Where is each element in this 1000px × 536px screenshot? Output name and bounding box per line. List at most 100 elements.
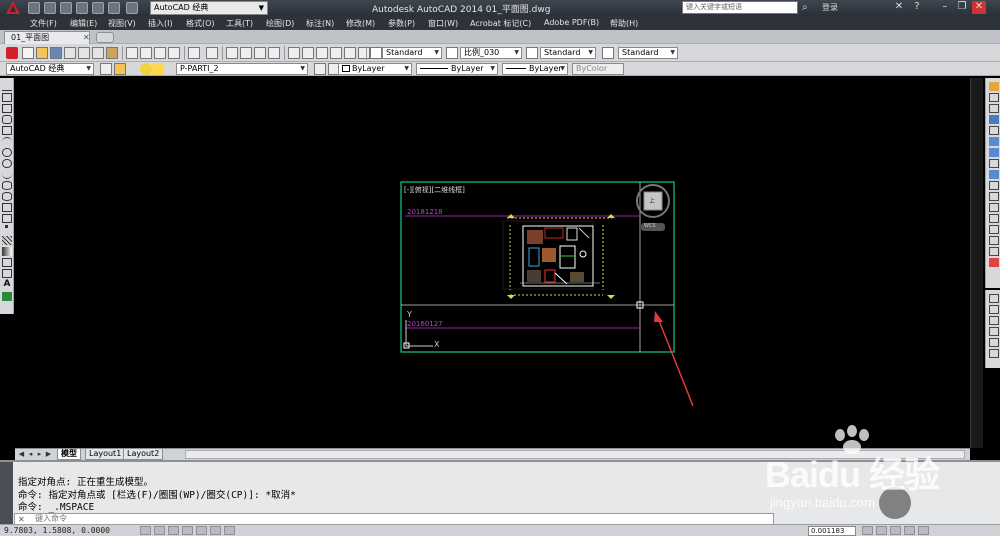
menu-dimension[interactable]: 标注(N): [306, 18, 334, 29]
trim-icon[interactable]: [989, 181, 999, 190]
revision-cloud-icon[interactable]: [2, 159, 12, 168]
draw-order-front-icon[interactable]: [989, 294, 999, 303]
lineweight-toggle-icon[interactable]: [224, 526, 235, 535]
tab-model[interactable]: 模型: [57, 449, 81, 460]
tool-palettes-icon[interactable]: [316, 47, 328, 59]
undo-icon[interactable]: [108, 2, 120, 14]
workspace-dropdown[interactable]: AutoCAD 经典 ▼: [150, 1, 268, 15]
ortho-icon[interactable]: [168, 526, 179, 535]
bring-above-icon[interactable]: [989, 316, 999, 325]
layer-properties-icon[interactable]: [114, 63, 126, 75]
zoom-window-icon[interactable]: [254, 47, 266, 59]
copy-icon[interactable]: [140, 47, 152, 59]
drawing-canvas[interactable]: [-][俯视][二维线框] 20181218 20160127 Y X 上 WC…: [15, 78, 970, 448]
layer-dropdown[interactable]: P-PARTI_2 ▼: [176, 63, 308, 75]
circle-icon[interactable]: [2, 148, 12, 157]
new-file-icon[interactable]: [28, 2, 40, 14]
workspace-switch-icon[interactable]: [862, 526, 873, 535]
make-current-icon[interactable]: [314, 63, 326, 75]
workspace-dropdown-2[interactable]: AutoCAD 经典 ▼: [6, 63, 94, 75]
osnap-icon[interactable]: [196, 526, 207, 535]
break-icon[interactable]: [989, 203, 999, 212]
arc-icon[interactable]: [2, 137, 12, 146]
save-icon[interactable]: [60, 2, 72, 14]
plot-preview-icon[interactable]: [78, 47, 90, 59]
open-file-icon[interactable]: [44, 2, 56, 14]
paste-icon[interactable]: [154, 47, 166, 59]
new-icon[interactable]: [22, 47, 34, 59]
menu-format[interactable]: 格式(O): [186, 18, 215, 29]
polyline-icon[interactable]: [2, 104, 12, 113]
dim-scale-dropdown[interactable]: 比例_030 ▼: [460, 47, 522, 59]
snap-icon[interactable]: [140, 526, 151, 535]
extend-icon[interactable]: [989, 192, 999, 201]
command-window-grip[interactable]: [0, 462, 13, 526]
match-properties-icon[interactable]: [168, 47, 180, 59]
search-icon[interactable]: ⌕: [802, 2, 814, 14]
construction-line-icon[interactable]: [2, 93, 12, 102]
menu-adobe-pdf[interactable]: Adobe PDF(B): [544, 18, 599, 27]
design-center-icon[interactable]: [302, 47, 314, 59]
color-dropdown[interactable]: ByLayer ▼: [338, 63, 412, 75]
first-tab-icon[interactable]: ◀: [17, 450, 26, 459]
exchange-icon[interactable]: ✕: [892, 1, 906, 14]
clean-screen-icon[interactable]: [918, 526, 929, 535]
lineweight-dropdown[interactable]: ByLayer ▼: [502, 63, 568, 75]
autocad-logo-icon[interactable]: [2, 0, 24, 16]
erase-icon[interactable]: [989, 82, 999, 91]
viewcube-top-label[interactable]: 上: [649, 196, 655, 205]
join-icon[interactable]: [989, 214, 999, 223]
insert-block-icon[interactable]: [2, 203, 12, 212]
zoom-previous-icon[interactable]: [268, 47, 280, 59]
polygon-icon[interactable]: [2, 115, 12, 124]
menu-edit[interactable]: 编辑(E): [70, 18, 97, 29]
table-style-dropdown[interactable]: Standard ▼: [540, 47, 596, 59]
ellipse-icon[interactable]: [2, 181, 12, 190]
tab-layout1[interactable]: Layout1: [85, 449, 126, 460]
save-as-icon[interactable]: [76, 2, 88, 14]
undo-icon[interactable]: [188, 47, 200, 59]
save-icon[interactable]: [50, 47, 62, 59]
signin-button[interactable]: 登录: [822, 2, 838, 13]
move-icon[interactable]: [989, 137, 999, 146]
menu-help[interactable]: 帮助(H): [610, 18, 638, 29]
prev-tab-icon[interactable]: ◂: [26, 450, 35, 459]
menu-modify[interactable]: 修改(M): [346, 18, 375, 29]
region-icon[interactable]: [2, 258, 12, 267]
rectangle-icon[interactable]: [2, 126, 12, 135]
line-icon[interactable]: [2, 82, 12, 91]
open-icon[interactable]: [36, 47, 48, 59]
properties-icon[interactable]: [288, 47, 300, 59]
otrack-icon[interactable]: [210, 526, 221, 535]
linetype-dropdown[interactable]: ByLayer ▼: [416, 63, 498, 75]
polar-icon[interactable]: [182, 526, 193, 535]
add-selected-icon[interactable]: [2, 292, 12, 301]
3d-print-icon[interactable]: [106, 47, 118, 59]
chamfer-icon[interactable]: [989, 225, 999, 234]
zoom-realtime-icon[interactable]: [240, 47, 252, 59]
wcs-label[interactable]: WCS: [644, 223, 656, 229]
menu-draw[interactable]: 绘图(D): [266, 18, 294, 29]
menu-acrobat[interactable]: Acrobat 标记(C): [470, 18, 531, 29]
menu-file[interactable]: 文件(F): [30, 18, 57, 29]
lock-icon[interactable]: [876, 526, 887, 535]
array-icon[interactable]: [989, 126, 999, 135]
stretch-icon[interactable]: [989, 170, 999, 179]
hatch-icon[interactable]: [2, 236, 12, 245]
calculator-icon[interactable]: [358, 47, 370, 59]
close-tab-icon[interactable]: ✕: [83, 32, 90, 43]
app-menu-icon[interactable]: [6, 47, 18, 59]
make-block-icon[interactable]: [2, 214, 12, 223]
markup-icon[interactable]: [344, 47, 356, 59]
ellipse-arc-icon[interactable]: [2, 192, 12, 201]
multiline-text-icon[interactable]: A: [2, 280, 12, 289]
multileader-style-dropdown[interactable]: Standard ▼: [618, 47, 678, 59]
coordinate-readout[interactable]: 9.7803, 1.5808, 0.0000: [4, 526, 110, 535]
print-icon[interactable]: [92, 2, 104, 14]
grid-icon[interactable]: [154, 526, 165, 535]
blend-icon[interactable]: [989, 247, 999, 256]
help-icon[interactable]: ?: [910, 1, 924, 14]
document-tab[interactable]: 01_平面图 ✕: [4, 31, 90, 44]
explode-icon[interactable]: [989, 258, 999, 267]
gradient-icon[interactable]: [2, 247, 12, 256]
